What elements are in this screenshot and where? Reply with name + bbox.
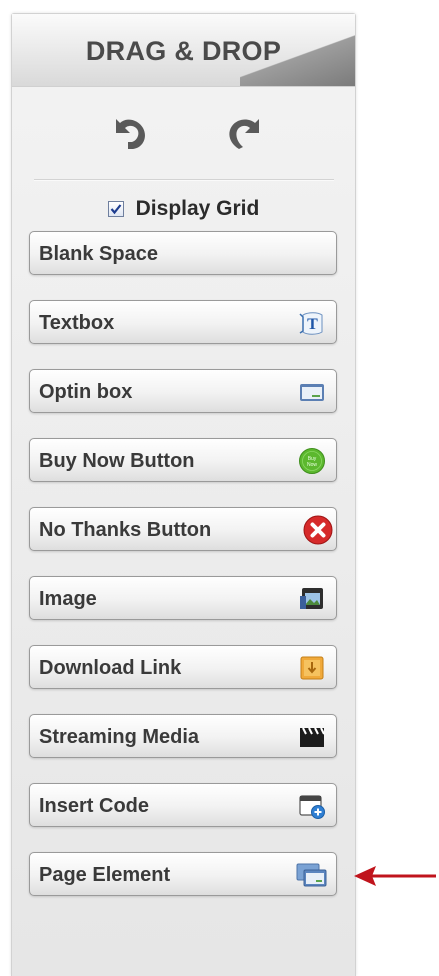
- buy-now-badge-icon: Buy Now: [298, 447, 326, 475]
- toolbar-separator: [34, 179, 334, 181]
- download-link-button[interactable]: Download Link: [29, 645, 337, 689]
- panel-title: DRAG & DROP: [85, 36, 282, 66]
- download-box-icon: [298, 654, 326, 682]
- buy-now-button[interactable]: Buy Now Button Buy Now: [29, 438, 337, 482]
- undo-icon[interactable]: [106, 109, 150, 153]
- button-label: Insert Code: [39, 795, 150, 817]
- blank-space-button[interactable]: Blank Space: [29, 231, 337, 275]
- display-grid-label: Display Grid: [135, 197, 260, 220]
- redo-icon[interactable]: [223, 109, 267, 153]
- button-label: Optin box: [39, 381, 133, 403]
- streaming-media-button[interactable]: Streaming Media: [29, 714, 337, 758]
- svg-text:T: T: [307, 316, 318, 333]
- button-label: Image: [39, 588, 97, 610]
- image-icon: [298, 585, 326, 613]
- annotation-arrow: [354, 866, 436, 886]
- display-grid-row[interactable]: Display Grid: [12, 196, 355, 222]
- button-label: Blank Space: [39, 243, 158, 265]
- optin-window-icon: [298, 378, 326, 406]
- image-button[interactable]: Image: [29, 576, 337, 620]
- button-label: Download Link: [39, 657, 182, 679]
- button-label: Streaming Media: [39, 726, 200, 748]
- button-label: Page Element: [39, 864, 171, 886]
- drag-drop-panel: DRAG & DROP Display Grid Blank Space Tex…: [11, 13, 356, 976]
- button-label: Textbox: [39, 312, 115, 334]
- page-element-windows-icon: [296, 861, 328, 889]
- close-x-icon: [303, 515, 333, 545]
- page-element-button[interactable]: Page Element: [29, 852, 337, 896]
- textbox-icon: T: [298, 309, 326, 337]
- svg-text:Now: Now: [307, 462, 317, 468]
- button-label: Buy Now Button: [39, 450, 195, 472]
- optin-box-button[interactable]: Optin box: [29, 369, 337, 413]
- panel-header: DRAG & DROP: [12, 14, 355, 87]
- button-label: No Thanks Button: [39, 519, 212, 541]
- clapperboard-icon: [298, 723, 326, 751]
- display-grid-checkbox[interactable]: [107, 201, 124, 217]
- insert-code-button[interactable]: Insert Code: [29, 783, 337, 827]
- textbox-button[interactable]: Textbox T: [29, 300, 337, 344]
- code-window-add-icon: [298, 792, 326, 820]
- no-thanks-button[interactable]: No Thanks Button: [29, 507, 337, 551]
